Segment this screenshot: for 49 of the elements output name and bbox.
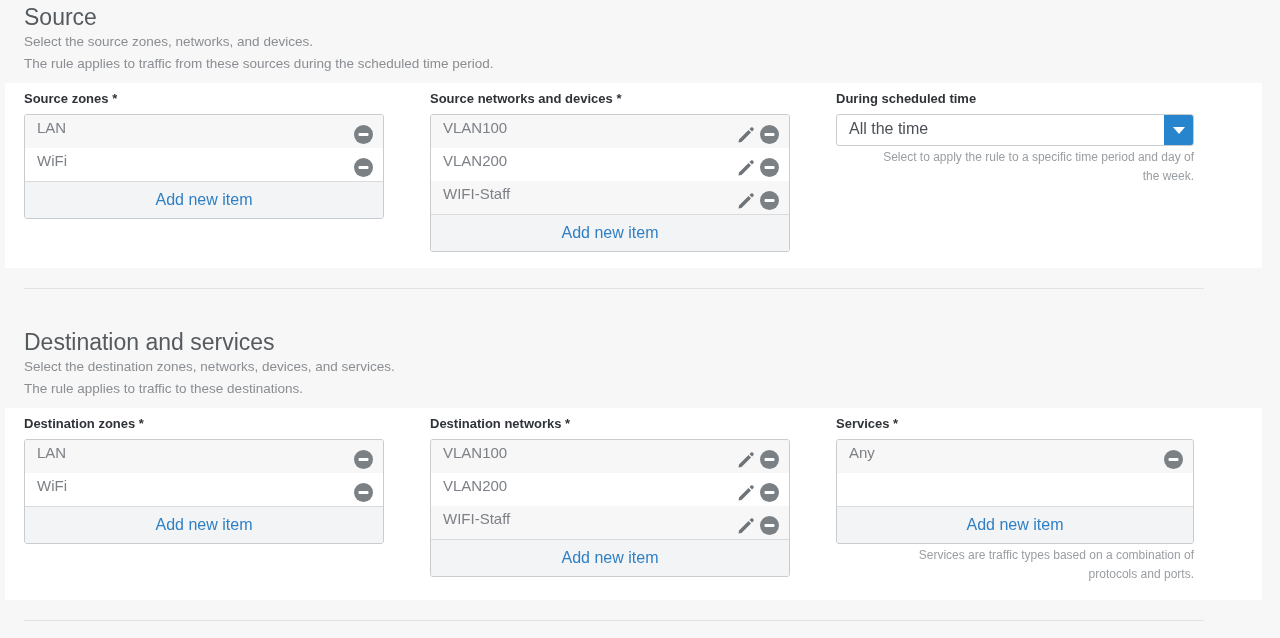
add-item-button[interactable]: Add new item <box>431 539 789 576</box>
field-label: Source zones * <box>24 91 119 106</box>
add-item-button[interactable]: Add new item <box>25 506 383 543</box>
pencil-icon[interactable] <box>736 515 756 536</box>
list-item: LAN <box>37 443 67 463</box>
field-label: During scheduled time <box>836 91 978 106</box>
caret-icon[interactable] <box>1172 126 1185 134</box>
pencil-icon[interactable] <box>736 449 756 470</box>
section-description: Select the source zones, networks, and devices. <box>24 33 314 51</box>
pencil-icon[interactable] <box>736 190 756 211</box>
remove-icon[interactable] <box>354 125 373 144</box>
add-item-button[interactable]: Add new item <box>837 506 1193 543</box>
remove-icon[interactable] <box>760 483 779 502</box>
schedule-dropdown[interactable]: All the time <box>836 114 1194 146</box>
section-description: The rule applies to traffic to these destinations. <box>24 380 304 398</box>
list-item: VLAN200 <box>443 476 508 496</box>
field-label: Source networks and devices * <box>430 91 623 106</box>
field-label: Destination zones * <box>24 416 145 431</box>
section-description: The rule applies to traffic from these sources during the scheduled time period. <box>24 55 495 73</box>
section-title: Source <box>24 4 98 31</box>
pencil-icon[interactable] <box>736 124 756 145</box>
field-label: Destination networks * <box>430 416 572 431</box>
remove-icon[interactable] <box>760 191 779 210</box>
help-text: Services are traffic types based on a combination of protocols and ports. <box>917 547 1194 583</box>
remove-icon[interactable] <box>760 158 779 177</box>
add-item-button[interactable]: Add new item <box>431 214 789 251</box>
field-label: Services * <box>836 416 900 431</box>
list-item: WIFI-Staff <box>443 509 511 529</box>
pencil-icon[interactable] <box>736 157 756 178</box>
list-item: Any <box>849 443 875 463</box>
remove-icon[interactable] <box>760 125 779 144</box>
pencil-icon[interactable] <box>736 482 756 503</box>
help-text: Select to apply the rule to a specific time period and day of the week. <box>882 149 1194 185</box>
section-description: Select the destination zones, networks, devices, and services. <box>24 358 396 376</box>
list-item: WiFi <box>37 476 67 496</box>
list-item: WiFi <box>37 151 67 171</box>
section-title: Destination and services <box>24 329 276 356</box>
list-item: LAN <box>37 118 67 138</box>
remove-icon[interactable] <box>354 483 373 502</box>
remove-icon[interactable] <box>354 158 373 177</box>
add-item-button[interactable]: Add new item <box>25 181 383 218</box>
list-item: WIFI-Staff <box>443 184 511 204</box>
list-item: VLAN100 <box>443 443 508 463</box>
remove-icon[interactable] <box>760 516 779 535</box>
remove-icon[interactable] <box>760 450 779 469</box>
remove-icon[interactable] <box>1164 450 1183 469</box>
remove-icon[interactable] <box>354 450 373 469</box>
list-item: VLAN100 <box>443 118 508 138</box>
list-item: VLAN200 <box>443 151 508 171</box>
